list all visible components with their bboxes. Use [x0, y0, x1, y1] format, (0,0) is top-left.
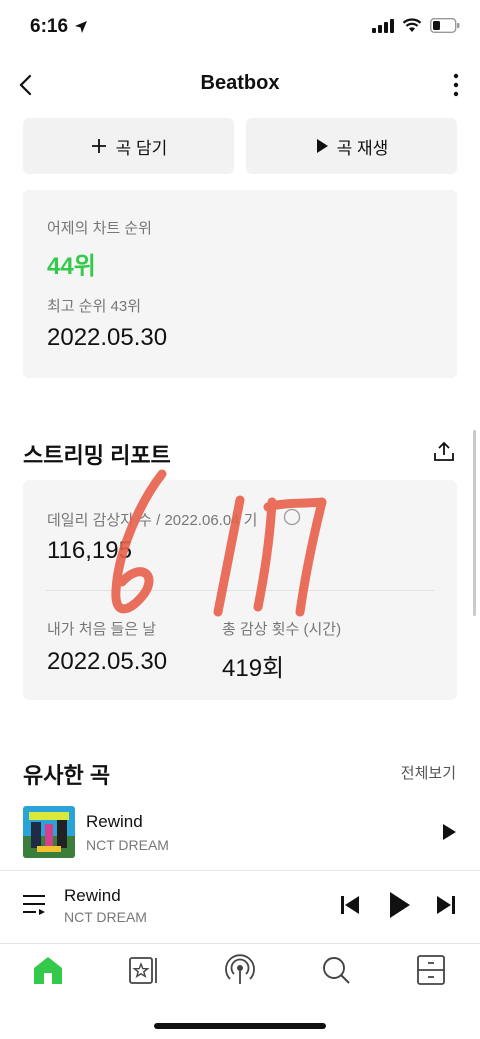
best-rank-date: 2022.05.30: [47, 324, 168, 351]
yesterday-rank-value: 44위: [47, 253, 96, 280]
add-song-label: 곡 담기: [115, 138, 168, 158]
first-listen-date: 2022.05.30: [47, 648, 168, 675]
see-all-link[interactable]: 전체보기: [401, 762, 456, 783]
player-song-artist: NCT DREAM: [64, 909, 147, 925]
total-plays-value: 419회: [222, 655, 285, 682]
info-icon[interactable]: [283, 508, 301, 526]
storage-icon[interactable]: [413, 952, 449, 988]
yesterday-rank-label: 어제의 차트 순위: [47, 220, 152, 237]
play-song-label: 곡 재생: [336, 138, 389, 158]
page-title: Beatbox: [200, 72, 280, 94]
location-arrow-icon: [75, 21, 88, 33]
play-icon[interactable]: [440, 823, 458, 841]
signal-icon: [372, 18, 394, 33]
home-icon[interactable]: [30, 952, 66, 988]
playlist-icon[interactable]: [22, 893, 48, 917]
player-song-title: Rewind: [64, 886, 121, 905]
similar-song-artist: NCT DREAM: [86, 837, 169, 853]
scrollbar[interactable]: [473, 430, 476, 616]
share-icon[interactable]: [432, 440, 456, 464]
wifi-icon: [402, 18, 422, 32]
total-plays-label: 총 감상 횟수 (시간): [222, 621, 342, 638]
add-song-button[interactable]: 곡 담기: [23, 118, 234, 174]
battery-icon: [430, 18, 460, 33]
previous-track-icon[interactable]: [340, 894, 360, 916]
similar-song-title[interactable]: Rewind: [86, 812, 143, 832]
plus-icon: [91, 139, 106, 153]
similar-songs-title: 유사한 곡: [23, 763, 111, 788]
play-pause-icon[interactable]: [388, 891, 412, 919]
report-divider: [46, 590, 434, 591]
status-time: 6:16: [30, 16, 88, 38]
album-art-image: [23, 806, 75, 858]
daily-listeners-label: 데일리 감상자 수 / 2022.06.04 기: [47, 512, 258, 529]
podcast-icon[interactable]: [222, 952, 258, 988]
library-icon[interactable]: [126, 952, 162, 988]
status-icons: [372, 18, 460, 33]
search-icon[interactable]: [318, 952, 354, 988]
play-icon: [316, 139, 328, 153]
status-time-text: 6:16: [30, 16, 69, 37]
first-listen-label: 내가 처음 들은 날: [47, 621, 157, 638]
next-track-icon[interactable]: [436, 894, 456, 916]
home-indicator[interactable]: [154, 1023, 326, 1029]
more-options-icon[interactable]: [446, 70, 466, 100]
streaming-report-title: 스트리밍 리포트: [23, 443, 171, 468]
daily-listeners-value: 116,195: [47, 537, 132, 564]
album-art[interactable]: [23, 806, 75, 858]
best-rank-label: 최고 순위 43위: [47, 298, 142, 315]
play-song-button[interactable]: 곡 재생: [246, 118, 457, 174]
